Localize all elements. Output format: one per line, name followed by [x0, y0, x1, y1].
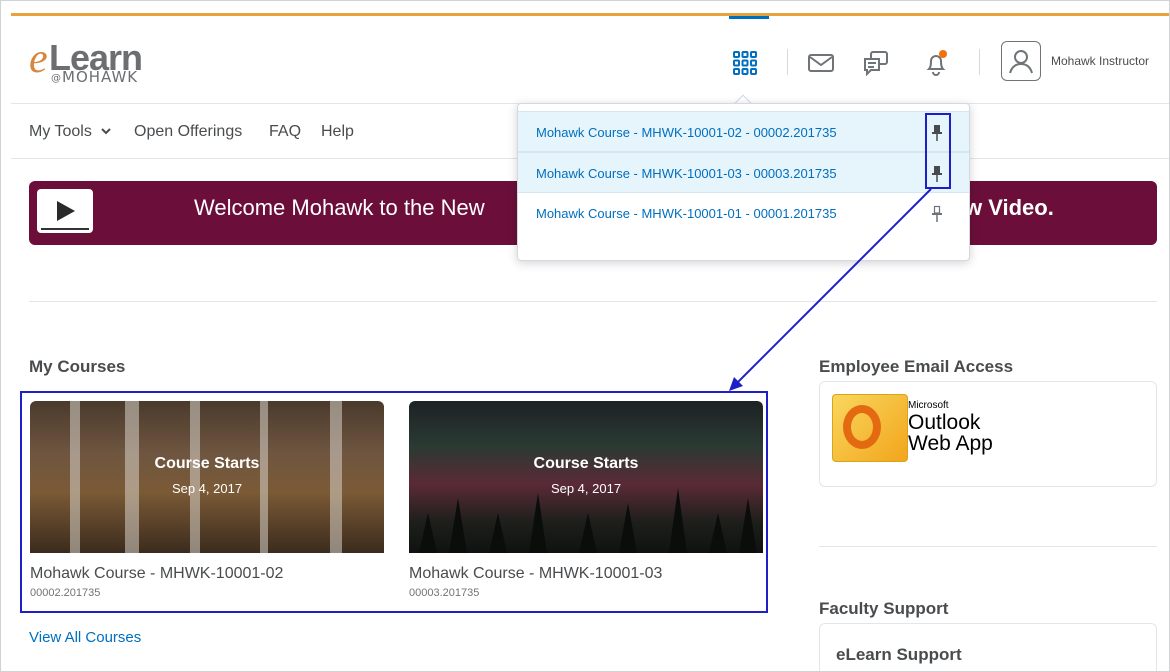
faculty-support-title: Faculty Support	[819, 599, 949, 618]
chat-icon[interactable]	[859, 46, 893, 80]
course-card[interactable]: Course Starts Sep 4, 2017 Mohawk Course …	[30, 401, 384, 601]
course-selector-item[interactable]: Mohawk Course - MHWK-10001-03 - 00003.20…	[518, 152, 969, 193]
course-image: Course Starts Sep 4, 2017	[30, 401, 384, 553]
divider	[29, 301, 1157, 302]
course-code: 00002.201735	[30, 587, 101, 599]
banner-text-right: w Video.	[965, 195, 1054, 220]
play-video-icon[interactable]	[37, 189, 93, 233]
pin-outline-icon[interactable]	[928, 203, 946, 225]
course-selector-grid-icon[interactable]	[728, 46, 762, 80]
header-divider	[787, 49, 788, 75]
page: e Learn @MOHAWK Mohawk Instructor My Too…	[0, 0, 1170, 672]
user-menu[interactable]: Mohawk Instructor	[1001, 41, 1149, 81]
course-card[interactable]: Course Starts Sep 4, 2017 Mohawk Course …	[409, 401, 763, 601]
annotation-courses-box: Course Starts Sep 4, 2017 Mohawk Course …	[20, 391, 768, 613]
header: e Learn @MOHAWK Mohawk Instructor	[11, 16, 1169, 104]
elearn-support-widget[interactable]: eLearn Support	[819, 623, 1157, 671]
course-selector-item[interactable]: Mohawk Course - MHWK-10001-01 - 00001.20…	[518, 193, 969, 234]
annotation-pin-box	[925, 113, 951, 189]
course-overlay-date: Sep 4, 2017	[171, 481, 243, 496]
mail-icon[interactable]	[804, 46, 838, 80]
course-overlay-date: Sep 4, 2017	[550, 481, 622, 496]
owa-line2: Web App	[908, 432, 993, 455]
owa-vendor: Microsoft	[908, 400, 949, 411]
nav-faq[interactable]: FAQ	[269, 123, 301, 141]
nav-open-offerings[interactable]: Open Offerings	[134, 123, 242, 141]
logo-sub-text: MOHAWK	[62, 68, 139, 86]
chevron-down-icon	[101, 128, 112, 135]
nav-my-tools[interactable]: My Tools	[29, 123, 112, 141]
user-name: Mohawk Instructor	[1051, 54, 1150, 68]
course-selector-item[interactable]: Mohawk Course - MHWK-10001-02 - 00002.20…	[518, 111, 969, 152]
course-name[interactable]: Mohawk Course - MHWK-10001-03	[409, 565, 662, 583]
logo-sub-at: @	[51, 73, 62, 84]
outlook-icon	[832, 394, 908, 462]
avatar-icon	[1001, 41, 1041, 81]
course-overlay-title: Course Starts	[154, 455, 260, 472]
course-selector-label: Mohawk Course - MHWK-10001-01 - 00001.20…	[536, 206, 837, 221]
elearn-support-label: eLearn Support	[836, 645, 962, 664]
divider	[819, 546, 1157, 547]
view-all-courses-link[interactable]: View All Courses	[29, 629, 141, 646]
employee-email-title: Employee Email Access	[819, 357, 1014, 376]
grid-active-indicator	[729, 16, 769, 19]
logo-e: e	[29, 36, 48, 82]
nav-my-tools-label: My Tools	[29, 123, 92, 140]
course-name[interactable]: Mohawk Course - MHWK-10001-02	[30, 565, 283, 583]
course-selector-label: Mohawk Course - MHWK-10001-02 - 00002.20…	[536, 125, 837, 140]
banner-text-left: Welcome Mohawk to the New	[194, 195, 485, 220]
course-selector-label: Mohawk Course - MHWK-10001-03 - 00003.20…	[536, 166, 837, 181]
my-courses-title: My Courses	[29, 357, 126, 376]
elearn-logo[interactable]: e Learn @MOHAWK	[29, 36, 189, 86]
outlook-web-app-widget[interactable]: Microsoft Outlook Web App	[819, 381, 1157, 487]
owa-title: Outlook Web App	[908, 412, 993, 454]
course-overlay-title: Course Starts	[533, 455, 639, 472]
logo-sub: @MOHAWK	[51, 68, 138, 86]
course-code: 00003.201735	[409, 587, 480, 599]
owa-line1: Outlook	[908, 411, 981, 434]
course-selector-dropdown: Mohawk Course - MHWK-10001-02 - 00002.20…	[517, 103, 970, 261]
course-image: Course Starts Sep 4, 2017	[409, 401, 763, 553]
nav-help[interactable]: Help	[321, 123, 354, 141]
bell-icon[interactable]	[919, 46, 953, 80]
header-divider	[979, 49, 980, 75]
